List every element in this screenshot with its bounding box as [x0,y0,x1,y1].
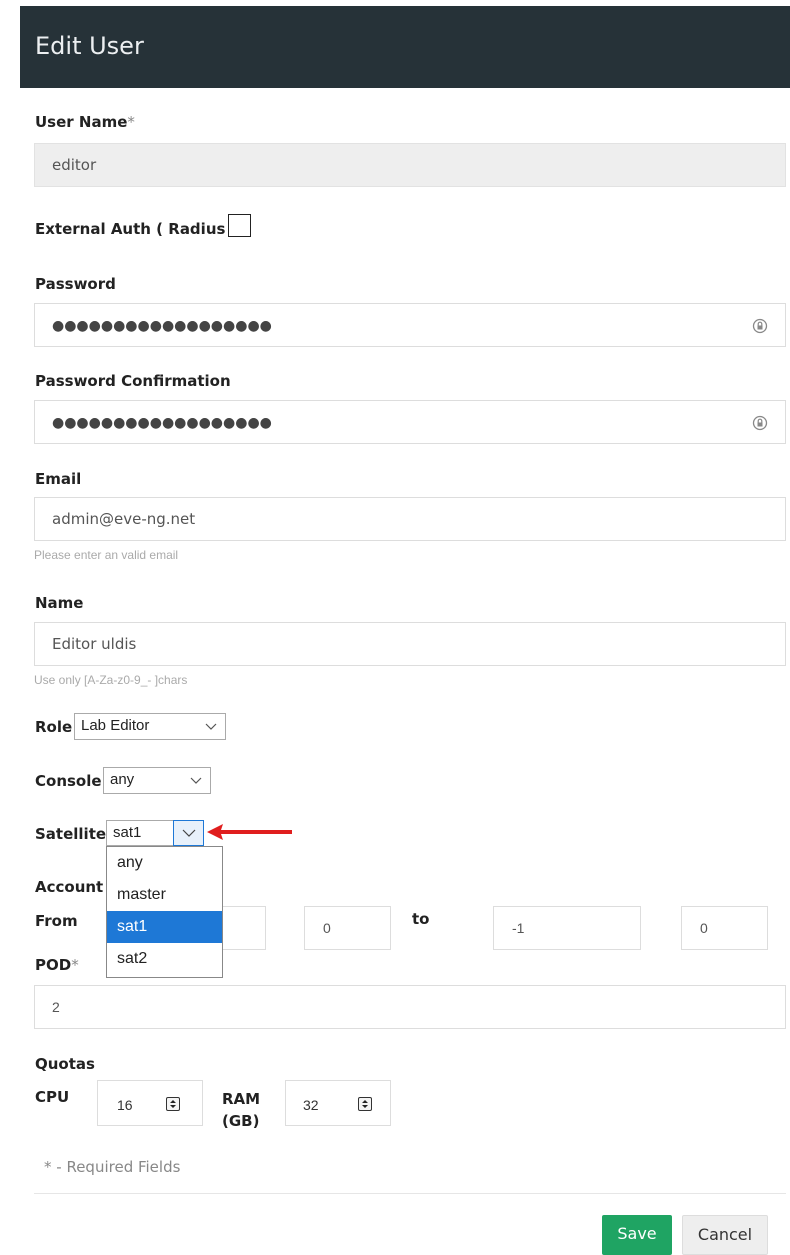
chevron-down-icon [182,829,196,837]
external-auth-checkbox[interactable] [228,214,251,237]
from-label: From [35,912,78,930]
cpu-spinner[interactable]: 16 [97,1080,203,1126]
satellite-dropdown-toggle[interactable] [173,820,204,846]
password-manager-icon[interactable] [752,415,768,431]
ram-spinner[interactable]: 32 [285,1080,391,1126]
password-value: ●●●●●●●●●●●●●●●●●● [52,318,272,334]
email-label: Email [35,470,82,488]
quotas-label: Quotas [35,1055,95,1073]
save-button[interactable]: Save [602,1215,672,1255]
to-time-value: 0 [700,920,708,936]
pod-value: 2 [52,999,60,1015]
username-label-text: User Name [35,113,128,131]
satellite-option-any[interactable]: any [107,847,222,879]
spinner-arrows-icon[interactable] [166,1097,180,1111]
username-label: User Name* [35,113,135,131]
password-confirmation-label: Password Confirmation [35,372,231,390]
cancel-button[interactable]: Cancel [682,1215,768,1255]
cpu-label: CPU [35,1088,70,1106]
username-value: editor [52,156,97,174]
required-mark: * [71,956,79,974]
satellite-option-sat2[interactable]: sat2 [107,943,222,975]
role-value: Lab Editor [81,717,150,734]
password-field[interactable]: ●●●●●●●●●●●●●●●●●● [34,303,786,347]
spinner-arrows-icon[interactable] [358,1097,372,1111]
console-label: Console [35,772,102,790]
password-manager-icon[interactable] [752,318,768,334]
email-value: admin@eve-ng.net [52,510,196,528]
from-time-value: 0 [323,920,331,936]
name-value: Editor uldis [52,635,137,653]
role-label: Role [35,718,73,736]
ram-label-line1: RAM [222,1090,261,1108]
satellite-option-sat1[interactable]: sat1 [107,911,222,943]
modal-header: Edit User [20,6,790,88]
name-help-text: Use only [A-Za-z0-9_- ]chars [34,673,188,687]
password-label: Password [35,275,116,293]
cpu-value: 16 [117,1097,133,1113]
modal-title: Edit User [35,32,144,60]
satellite-value: sat1 [113,824,142,841]
satellite-label: Satellite [35,825,107,843]
pod-label: POD* [35,956,79,974]
to-time-field[interactable]: 0 [681,906,768,950]
arrow-icon [207,824,292,840]
satellite-dropdown-list: any master sat1 sat2 [106,846,223,978]
required-mark: * [127,113,135,131]
name-label: Name [35,594,84,612]
to-label: to [412,910,430,928]
chevron-down-icon [190,768,202,800]
ram-label: RAM (GB) [222,1088,260,1132]
password-confirmation-value: ●●●●●●●●●●●●●●●●●● [52,415,272,431]
pod-field[interactable]: 2 [34,985,786,1029]
to-date-field[interactable]: -1 [493,906,641,950]
console-value: any [110,771,135,788]
chevron-down-icon [205,714,217,746]
external-auth-label: External Auth ( Radius ) [35,220,238,238]
from-time-field[interactable]: 0 [304,906,391,950]
required-fields-note: * - Required Fields [44,1158,181,1176]
pod-label-text: POD [35,956,72,974]
ram-label-line2: (GB) [222,1112,260,1130]
to-date-value: -1 [512,920,525,936]
footer-divider [34,1193,786,1194]
email-help-text: Please enter an valid email [34,548,179,562]
satellite-option-master[interactable]: master [107,879,222,911]
name-field[interactable]: Editor uldis [34,622,786,666]
console-select[interactable]: any [103,767,211,794]
password-confirmation-field[interactable]: ●●●●●●●●●●●●●●●●●● [34,400,786,444]
username-field: editor [34,143,786,187]
satellite-select[interactable]: sat1 [106,820,204,846]
ram-value: 32 [303,1097,319,1113]
role-select[interactable]: Lab Editor [74,713,226,740]
email-field[interactable]: admin@eve-ng.net [34,497,786,541]
